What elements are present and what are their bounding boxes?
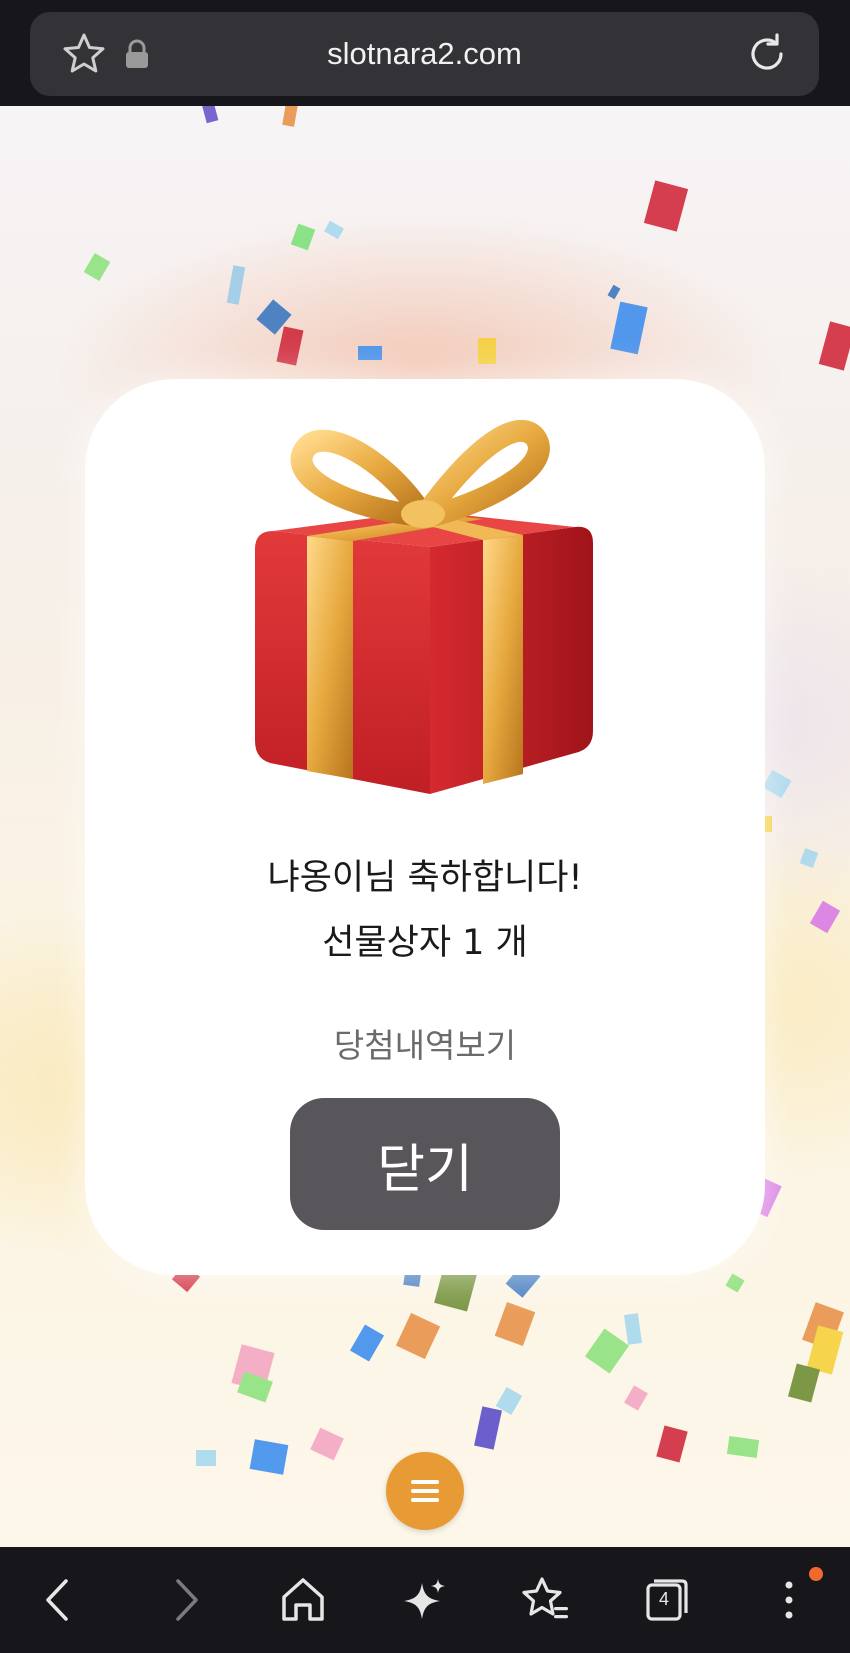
tab-count: 4 <box>658 1589 669 1609</box>
more-icon[interactable] <box>762 1573 816 1627</box>
page-content: 냐옹이님 축하합니다! 선물상자 1 개 당첨내역보기 닫기 <box>0 106 850 1547</box>
url-text[interactable]: slotnara2.com <box>30 12 819 96</box>
browser-top-bar: slotnara2.com <box>0 0 850 106</box>
bookmarks-icon[interactable] <box>518 1573 572 1627</box>
congrats-text: 냐옹이님 축하합니다! <box>267 858 583 898</box>
back-icon[interactable] <box>32 1573 86 1627</box>
floating-menu-button[interactable] <box>386 1452 464 1530</box>
browser-bottom-bar: 4 <box>0 1547 850 1653</box>
reward-dialog: 냐옹이님 축하합니다! 선물상자 1 개 당첨내역보기 닫기 <box>85 379 765 1275</box>
forward-icon[interactable] <box>158 1573 212 1627</box>
reload-icon[interactable] <box>743 30 791 78</box>
tabs-button[interactable]: 4 <box>640 1573 694 1627</box>
address-bar[interactable]: slotnara2.com <box>30 12 819 96</box>
close-button[interactable]: 닫기 <box>290 1098 560 1230</box>
prize-text: 선물상자 1 개 <box>322 923 528 963</box>
menu-icon <box>411 1480 439 1502</box>
notification-dot <box>809 1567 823 1581</box>
gift-box-icon <box>255 420 593 794</box>
sparkle-icon[interactable] <box>398 1573 452 1627</box>
home-icon[interactable] <box>276 1573 330 1627</box>
view-history-link[interactable]: 당첨내역보기 <box>85 1019 765 1067</box>
